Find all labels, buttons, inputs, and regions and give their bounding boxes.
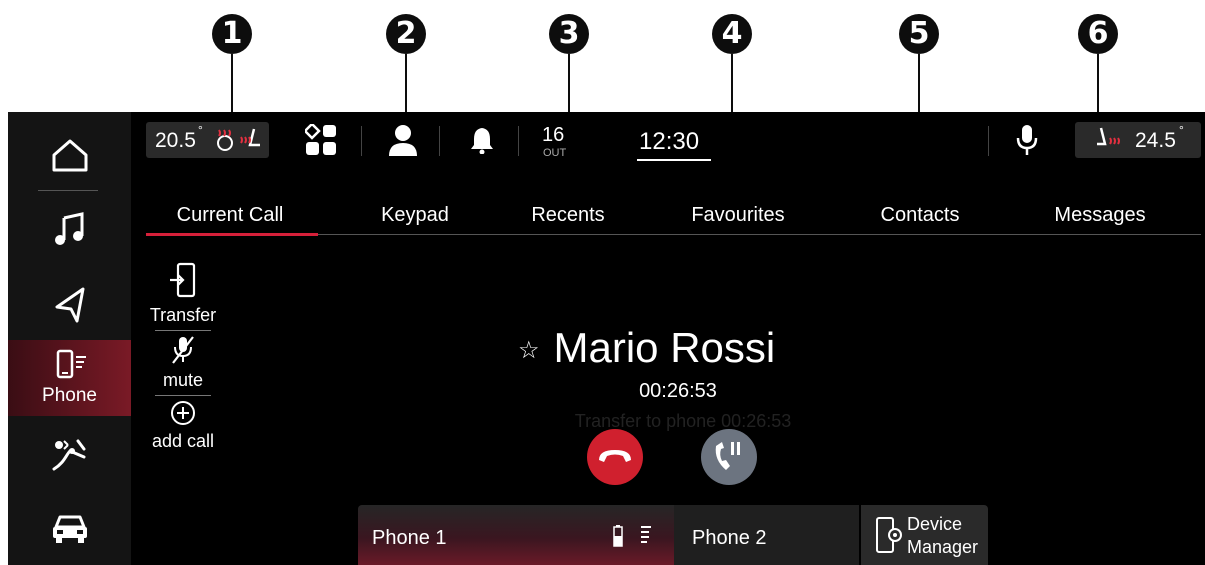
hang-up-button[interactable] <box>586 428 644 486</box>
callout-5: 5 <box>899 14 939 54</box>
rail-vehicle[interactable] <box>8 496 131 562</box>
call-side-actions: Transfer mute add call <box>143 262 223 452</box>
device-manager-button[interactable]: Device Manager <box>861 505 988 565</box>
infotainment-screen: Phone 20.5 ° 16 OUT 12:30 24.5 ° Current… <box>8 112 1205 565</box>
tab-current-call[interactable]: Current Call <box>177 204 284 227</box>
rail-phone[interactable]: Phone <box>8 340 131 416</box>
notification-bell-icon[interactable] <box>470 126 494 154</box>
tab-favourites[interactable]: Favourites <box>691 204 784 227</box>
callout-6: 6 <box>1078 14 1118 54</box>
signal-strength-icon <box>641 526 651 543</box>
outside-temperature: 16 <box>542 124 565 146</box>
action-divider <box>155 330 211 331</box>
caller-info: ☆ Mario Rossi <box>518 324 775 372</box>
phone-2-label: Phone 2 <box>692 527 767 549</box>
heated-seat-icon <box>240 128 260 147</box>
passenger-temp: 24.5 <box>1135 129 1176 152</box>
phone-icon <box>56 349 86 379</box>
favourite-star-icon[interactable]: ☆ <box>518 337 540 364</box>
add-call-label: add call <box>151 431 215 451</box>
battery-icon <box>613 525 623 547</box>
phone-2-tab[interactable]: Phone 2 <box>674 505 859 565</box>
microphone-icon[interactable] <box>1016 124 1038 156</box>
passenger-climate-chip[interactable]: 24.5 ° <box>1075 122 1201 158</box>
mute-button[interactable]: mute <box>143 335 223 391</box>
callout-4: 4 <box>712 14 752 54</box>
climate-fan-icon <box>52 439 85 471</box>
rail-navigation[interactable] <box>8 270 131 340</box>
clock-underline <box>637 159 711 161</box>
status-divider <box>518 126 519 156</box>
music-note-icon <box>54 212 83 245</box>
driver-climate-chip[interactable]: 20.5 ° <box>146 122 269 158</box>
tab-keypad[interactable]: Keypad <box>381 204 449 227</box>
passenger-temp-degree: ° <box>1179 123 1184 137</box>
device-manager-label-2: Manager <box>907 537 979 557</box>
top-status-bar: 20.5 ° 16 OUT 12:30 24.5 ° <box>131 112 1205 170</box>
call-duration: 00:26:53 <box>639 380 717 402</box>
tab-contacts[interactable]: Contacts <box>881 204 960 227</box>
heated-steering-icon <box>217 129 233 151</box>
navigation-arrow-icon <box>55 287 84 323</box>
callout-2: 2 <box>386 14 426 54</box>
active-tab-indicator <box>146 233 318 236</box>
status-divider <box>361 126 362 156</box>
rail-home[interactable] <box>8 120 131 190</box>
callout-1: 1 <box>212 14 252 54</box>
mute-label: mute <box>162 370 204 390</box>
driver-temp: 20.5 <box>155 129 196 152</box>
callout-3: 3 <box>549 14 589 54</box>
car-icon <box>52 515 87 543</box>
device-settings-icon <box>876 517 902 553</box>
device-bar: Phone 1 Phone 2 Device Manager <box>358 505 988 565</box>
rail-phone-label: Phone <box>42 385 97 406</box>
status-divider <box>988 126 989 156</box>
phone-1-label: Phone 1 <box>372 527 447 549</box>
user-profile-icon[interactable] <box>388 124 418 156</box>
driver-temp-degree: ° <box>198 123 203 137</box>
rail-media[interactable] <box>8 194 131 264</box>
device-manager-label-1: Device <box>907 514 963 534</box>
phone-tab-bar: Current Call Keypad Recents Favourites C… <box>146 200 1201 236</box>
rail-climate[interactable] <box>8 420 131 490</box>
clock: 12:30 <box>639 128 700 155</box>
tab-messages[interactable]: Messages <box>1054 204 1145 227</box>
transfer-status-ghost: Transfer to phone 00:26:53 <box>574 411 792 431</box>
hold-call-button[interactable] <box>700 428 758 486</box>
rail-divider <box>38 190 98 191</box>
left-rail: Phone <box>8 112 131 565</box>
transfer-label: Transfer <box>149 305 217 325</box>
tab-recents[interactable]: Recents <box>531 204 604 227</box>
outside-label: OUT <box>543 147 567 159</box>
status-divider <box>439 126 440 156</box>
add-call-button[interactable]: add call <box>143 400 223 452</box>
transfer-to-phone-icon <box>170 262 196 298</box>
caller-name: Mario Rossi <box>553 324 776 371</box>
passenger-heated-seat-icon <box>1097 127 1120 146</box>
transfer-button[interactable]: Transfer <box>143 262 223 326</box>
home-icon <box>52 139 87 172</box>
microphone-muted-icon <box>172 336 194 364</box>
add-circle-icon <box>171 401 195 425</box>
action-divider <box>155 395 211 396</box>
phone-1-tab[interactable]: Phone 1 <box>358 505 674 565</box>
apps-grid-icon[interactable] <box>305 124 337 156</box>
